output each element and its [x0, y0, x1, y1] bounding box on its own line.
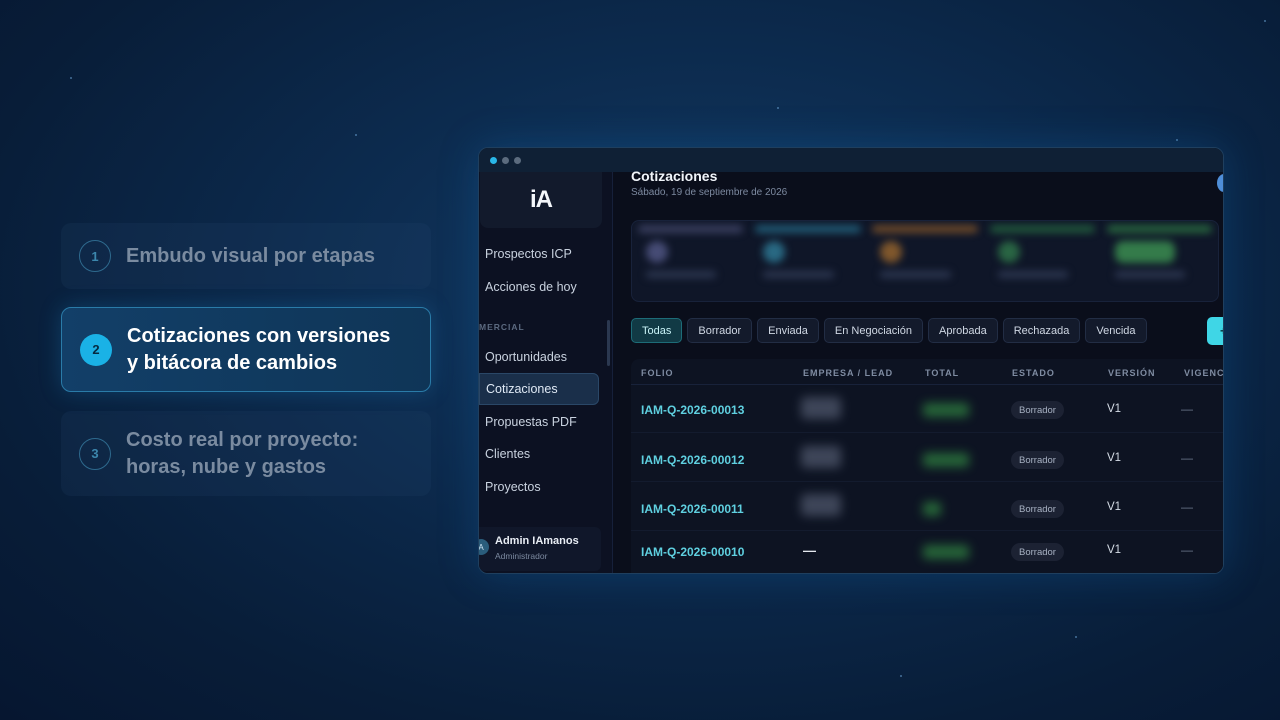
table-row[interactable]: IAM-Q-2026-00011 Borrador V1 — — [631, 483, 1223, 531]
background-star — [1264, 20, 1266, 22]
validity-value: — — [1181, 500, 1193, 514]
user-name: Admin IAmanos — [495, 535, 579, 547]
step-text: Cotizaciones con versiones y bitácora de… — [127, 323, 390, 377]
table-row[interactable]: IAM-Q-2026-00010 — Borrador V1 — — [631, 532, 1223, 573]
app-logo[interactable]: iA — [480, 172, 602, 228]
avatar[interactable] — [1217, 174, 1223, 192]
quote-folio[interactable]: IAM-Q-2026-00010 — [641, 545, 744, 559]
company-value: — — [803, 543, 816, 558]
sidebar-item-propuestas-pdf[interactable]: Propuestas PDF — [479, 406, 599, 438]
validity-value: — — [1181, 402, 1193, 416]
page-title: Cotizaciones — [631, 168, 718, 184]
sidebar-item-oportunidades[interactable]: Oportunidades — [479, 341, 599, 373]
user-profile[interactable]: A Admin IAmanos Administrador — [479, 527, 601, 571]
column-header-vigencia[interactable]: VIGENCI — [1184, 368, 1223, 378]
version-value: V1 — [1107, 544, 1122, 556]
total-redacted — [923, 403, 969, 417]
company-redacted — [801, 446, 841, 468]
stat-card — [866, 221, 983, 301]
window-dot-icon[interactable] — [490, 156, 497, 164]
sidebar: iA Prospectos ICP Acciones de hoy MERCIA… — [479, 172, 613, 573]
validity-value: — — [1181, 451, 1193, 465]
sidebar-item-acciones-de-hoy[interactable]: Acciones de hoy — [479, 271, 599, 303]
background-star — [1176, 139, 1178, 141]
company-redacted — [801, 397, 841, 419]
status-badge: Borrador — [1011, 401, 1064, 419]
background-star — [70, 77, 72, 79]
stat-card — [632, 221, 749, 301]
window-titlebar — [479, 148, 1223, 172]
background-star — [1075, 636, 1077, 638]
feature-step-2: 2 Cotizaciones con versiones y bitácora … — [61, 307, 431, 392]
main-content: Cotizaciones Sábado, 19 de septiembre de… — [613, 168, 1223, 573]
filter-aprobada[interactable]: Aprobada — [927, 318, 998, 343]
background-star — [355, 134, 357, 136]
avatar: A — [479, 539, 489, 555]
stats-summary — [631, 220, 1219, 302]
step-number: 3 — [79, 437, 111, 470]
column-header-empresa[interactable]: EMPRESA / LEAD — [803, 368, 893, 378]
background-star — [900, 675, 902, 677]
feature-step-1: 1 Embudo visual por etapas — [61, 223, 431, 289]
version-value: V1 — [1107, 403, 1122, 415]
total-redacted — [923, 545, 969, 559]
total-redacted — [923, 502, 941, 516]
table-row[interactable]: IAM-Q-2026-00012 Borrador V1 — — [631, 434, 1223, 482]
sidebar-item-cotizaciones[interactable]: Cotizaciones — [479, 373, 599, 405]
step-text-line-1: Cotizaciones con versiones — [127, 324, 391, 347]
quote-folio[interactable]: IAM-Q-2026-00011 — [641, 502, 744, 516]
status-badge: Borrador — [1011, 500, 1064, 518]
window-dot-icon[interactable] — [514, 156, 521, 164]
status-badge: Borrador — [1011, 451, 1064, 469]
filter-en-negociacion[interactable]: En Negociación — [823, 318, 923, 343]
window-dot-icon[interactable] — [502, 156, 509, 164]
sidebar-item-proyectos[interactable]: Proyectos — [479, 471, 599, 503]
version-value: V1 — [1107, 452, 1122, 464]
user-role: Administrador — [495, 551, 548, 561]
stat-card — [1101, 221, 1218, 301]
step-text-line-1: Costo real por proyecto: — [126, 428, 359, 451]
sidebar-scrollbar[interactable] — [607, 320, 610, 366]
table-row[interactable]: IAM-Q-2026-00013 Borrador V1 — — [631, 385, 1223, 433]
sidebar-item-prospectos-icp[interactable]: Prospectos ICP — [479, 238, 599, 270]
column-header-estado[interactable]: ESTADO — [1012, 368, 1055, 378]
total-redacted — [923, 453, 969, 467]
status-filters: Todas Borrador Enviada En Negociación Ap… — [631, 318, 1147, 343]
column-header-version[interactable]: VERSIÓN — [1108, 368, 1156, 378]
page-date: Sábado, 19 de septiembre de 2026 — [631, 187, 788, 198]
step-text: Costo real por proyecto: horas, nube y g… — [126, 427, 358, 481]
quote-folio[interactable]: IAM-Q-2026-00012 — [641, 453, 744, 467]
filter-borrador[interactable]: Borrador — [687, 318, 753, 343]
company-redacted — [801, 494, 841, 516]
sidebar-item-clientes[interactable]: Clientes — [479, 438, 599, 470]
step-text: Embudo visual por etapas — [126, 244, 375, 267]
column-header-folio[interactable]: FOLIO — [641, 368, 674, 378]
new-quote-button[interactable]: + — [1207, 317, 1223, 345]
validity-value: — — [1181, 543, 1193, 557]
version-value: V1 — [1107, 501, 1122, 513]
background-star — [777, 107, 779, 109]
filter-enviada[interactable]: Enviada — [757, 318, 819, 343]
table-header: FOLIO EMPRESA / LEAD TOTAL ESTADO VERSIÓ… — [631, 359, 1223, 385]
step-number: 1 — [79, 240, 111, 272]
feature-step-3: 3 Costo real por proyecto: horas, nube y… — [61, 411, 431, 496]
logo-text: iA — [530, 186, 553, 213]
sidebar-section-label: MERCIAL — [479, 322, 525, 332]
app-window: iA Prospectos ICP Acciones de hoy MERCIA… — [478, 147, 1224, 574]
step-number: 2 — [80, 333, 112, 366]
step-text-line-2: y bitácora de cambios — [127, 351, 338, 374]
quote-folio[interactable]: IAM-Q-2026-00013 — [641, 403, 744, 417]
column-header-total[interactable]: TOTAL — [925, 368, 959, 378]
filter-rechazada[interactable]: Rechazada — [1002, 318, 1081, 343]
quotes-table: FOLIO EMPRESA / LEAD TOTAL ESTADO VERSIÓ… — [631, 359, 1223, 573]
stat-card — [984, 221, 1101, 301]
filter-vencida[interactable]: Vencida — [1085, 318, 1147, 343]
filter-todas[interactable]: Todas — [631, 318, 683, 343]
stat-card — [749, 221, 866, 301]
status-badge: Borrador — [1011, 543, 1064, 561]
step-text-line-2: horas, nube y gastos — [126, 455, 327, 478]
